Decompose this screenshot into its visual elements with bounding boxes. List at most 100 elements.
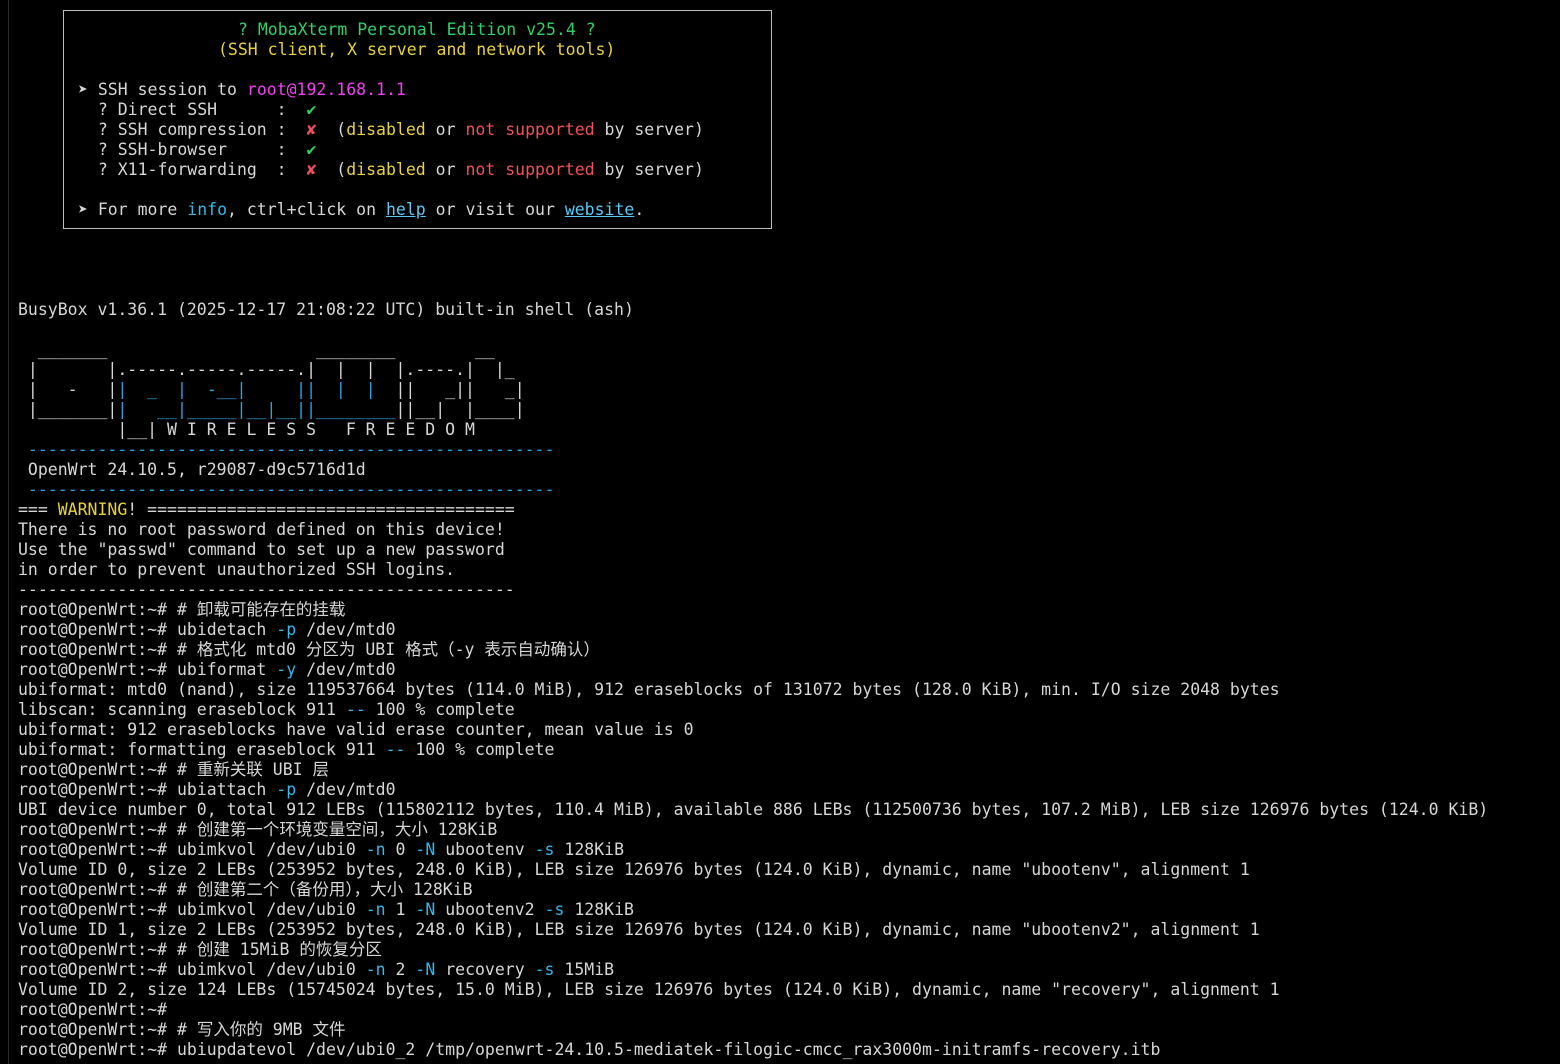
line-text: # 创建 15MiB 的恢复分区 — [176, 940, 382, 959]
shell-prompt: root@OpenWrt:~# — [18, 600, 177, 619]
command-line: root@OpenWrt:~# ubiattach -p /dev/mtd0 — [18, 780, 396, 800]
shell-prompt: root@OpenWrt:~# — [18, 1040, 177, 1059]
note-disabled: disabled — [346, 160, 426, 179]
note-text: ( — [316, 160, 347, 179]
check-icon: ✔ — [306, 140, 317, 159]
cross-icon: ✘ — [306, 120, 317, 139]
line-text: Volume ID 1, size 2 LEBs (253952 bytes, … — [18, 920, 1260, 939]
line-text: ubiformat: 912 eraseblocks have valid er… — [18, 720, 694, 739]
note-text: or — [425, 160, 466, 179]
banner-more-line: ➤ For more info, ctrl+click on help or v… — [78, 200, 644, 220]
shell-prompt: root@OpenWrt:~# — [18, 900, 177, 919]
cross-icon: ✘ — [306, 160, 317, 179]
line-text: /dev/mtd0 — [296, 780, 396, 799]
warning-header: === WARNING! ===========================… — [18, 500, 515, 520]
line-text: 100 % complete — [405, 740, 555, 759]
note-text — [495, 120, 505, 139]
ascii-logo-tagline: |__| W I R E L E S S F R E E D O M — [18, 420, 475, 439]
command-line: root@OpenWrt:~# ubidetach -p /dev/mtd0 — [18, 620, 396, 640]
ascii-part: | _ | -__| — [117, 380, 297, 399]
ascii-logo-row: _______ ________ __ — [18, 340, 495, 359]
command-line: root@OpenWrt:~# ubimkvol /dev/ubi0 -n 2 … — [18, 960, 614, 980]
feature-label: ? Direct SSH : — [78, 100, 307, 119]
command-line: root@OpenWrt:~# # 写入你的 9MB 文件 — [18, 1020, 346, 1040]
feature-label: ? SSH-browser : — [78, 140, 307, 159]
line-text: # 卸载可能存在的挂载 — [176, 600, 346, 619]
command-flag: -N — [415, 960, 436, 979]
shell-prompt: root@OpenWrt:~# — [18, 940, 177, 959]
banner-session-line: ➤ SSH session to root@192.168.1.1 — [78, 80, 406, 100]
command-flag: -n — [365, 960, 386, 979]
line-text: # 重新关联 UBI 层 — [176, 760, 329, 779]
warning-text: === — [18, 500, 58, 519]
terminal-window[interactable]: ? MobaXterm Personal Edition v25.4 ? (SS… — [0, 0, 1560, 1064]
more-text: . — [634, 200, 645, 219]
line-text: ubiformat: formatting eraseblock 911 — [18, 740, 386, 759]
command-flag: -p — [276, 620, 297, 639]
ascii-part: | __|_____|__|__| — [117, 400, 307, 419]
command-flag: -n — [365, 900, 386, 919]
line-text: /dev/mtd0 — [296, 660, 396, 679]
command-flag: -- — [385, 740, 406, 759]
warning-line: Use the "passwd" command to set up a new… — [18, 540, 505, 559]
output-line: ubiformat: mtd0 (nand), size 119537664 b… — [18, 680, 1280, 700]
line-text: 0 — [385, 840, 416, 859]
more-text: , ctrl+click on — [227, 200, 386, 219]
warning-rule: ----------------------------------------… — [18, 580, 515, 599]
shell-prompt: root@OpenWrt:~# — [18, 840, 177, 859]
busybox-version-line: BusyBox v1.36.1 (2025-12-17 21:08:22 UTC… — [18, 300, 634, 319]
ascii-part: |_______| — [18, 400, 118, 419]
shell-prompt: root@OpenWrt:~# — [18, 820, 177, 839]
website-link[interactable]: website — [565, 200, 635, 219]
line-text: ubootenv2 — [435, 900, 545, 919]
command-line: root@OpenWrt:~# # 卸载可能存在的挂载 — [18, 600, 345, 620]
banner-title: ? MobaXterm Personal Edition v25.4 ? — [238, 20, 596, 39]
shell-prompt: root@OpenWrt:~# — [18, 760, 177, 779]
note-text: by server) — [594, 160, 704, 179]
line-text: libscan: scanning eraseblock 911 — [18, 700, 346, 719]
ascii-part: || | | — [296, 380, 396, 399]
command-flag: -n — [365, 840, 386, 859]
output-line: Volume ID 2, size 124 LEBs (15745024 byt… — [18, 980, 1280, 1000]
ascii-logo-row: | - || _ | -__| || | | || _|| _| — [18, 380, 525, 400]
feature-ssh-compression: ? SSH compression : ✘ (disabled or not s… — [78, 120, 704, 140]
openwrt-version: OpenWrt 24.10.5, r29087-d9c5716d1d — [18, 460, 366, 479]
command-flag: -N — [415, 840, 436, 859]
session-prefix: ➤ SSH session to — [78, 80, 247, 99]
line-text: 1 — [385, 900, 416, 919]
line-text: # 创建第二个（备份用），大小 128KiB — [176, 880, 473, 899]
note-text: by server) — [594, 120, 704, 139]
output-line: UBI device number 0, total 912 LEBs (115… — [18, 800, 1488, 820]
line-text: 128KiB — [554, 840, 625, 859]
command-line: root@OpenWrt:~# # 创建第一个环境变量空间，大小 128KiB — [18, 820, 497, 840]
session-host: root@192.168.1.1 — [246, 80, 406, 99]
warning-text: ! ===================================== — [127, 500, 515, 519]
note-text: or — [425, 120, 466, 139]
ascii-part: | - | — [18, 380, 118, 399]
command-flag: -- — [345, 700, 366, 719]
shell-prompt: root@OpenWrt:~# — [18, 640, 177, 659]
shell-prompt: root@OpenWrt:~# — [18, 780, 177, 799]
line-text: # 创建第一个环境变量空间，大小 128KiB — [176, 820, 498, 839]
output-line: Volume ID 0, size 2 LEBs (253952 bytes, … — [18, 860, 1250, 880]
terminal-left-margin — [8, 0, 9, 1064]
line-text: ubimkvol /dev/ubi0 — [176, 960, 366, 979]
output-line: ubiformat: 912 eraseblocks have valid er… — [18, 720, 694, 740]
feature-x11-forwarding: ? X11-forwarding : ✘ (disabled or not su… — [78, 160, 704, 180]
feature-label: ? X11-forwarding : — [78, 160, 307, 179]
line-text: /dev/mtd0 — [296, 620, 396, 639]
note-text — [495, 160, 505, 179]
command-flag: -s — [544, 900, 565, 919]
warning-line: in order to prevent unauthorized SSH log… — [18, 560, 456, 579]
line-text: ubimkvol /dev/ubi0 — [176, 840, 366, 859]
line-text: ubiformat: mtd0 (nand), size 119537664 b… — [18, 680, 1280, 699]
ascii-logo-row: | |.-----.-----.-----.| | | |.----.| |_ — [18, 360, 515, 379]
ascii-dash-rule: ----------------------------------------… — [18, 480, 555, 499]
check-icon: ✔ — [306, 100, 317, 119]
more-text: ➤ For more — [78, 200, 188, 219]
note-text: ( — [316, 120, 347, 139]
warning-word: WARNING — [57, 500, 128, 519]
shell-prompt: root@OpenWrt:~# — [18, 660, 177, 679]
help-link[interactable]: help — [386, 200, 426, 219]
info-link[interactable]: info — [187, 200, 227, 219]
